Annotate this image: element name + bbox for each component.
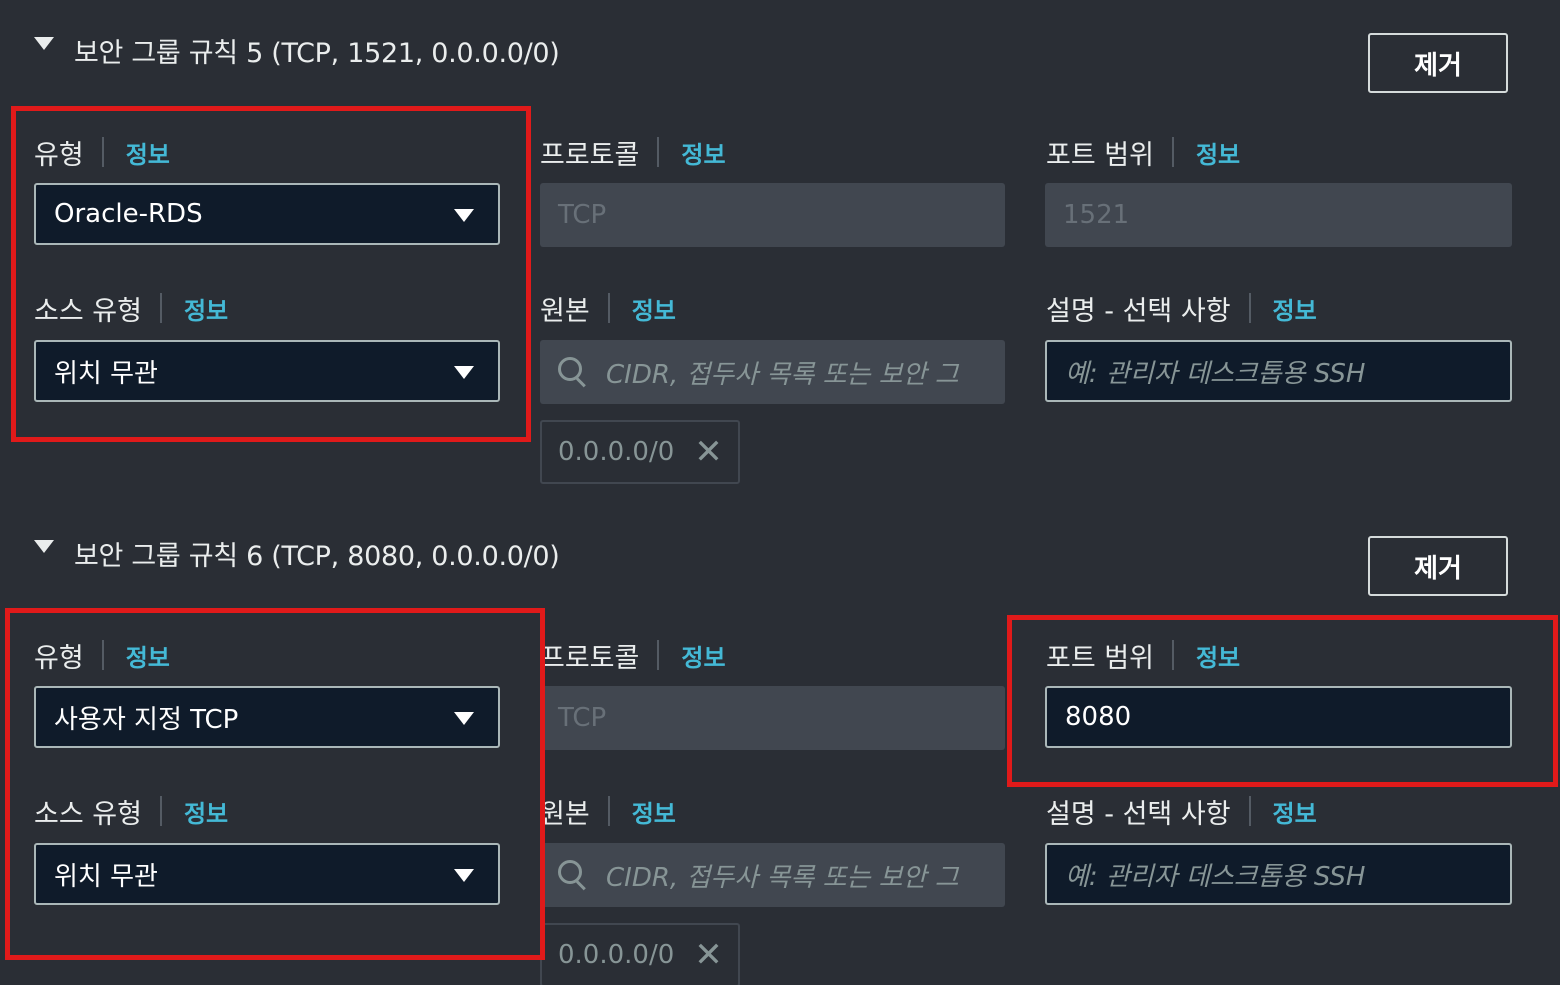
type-info-link[interactable]: 정보 — [126, 135, 170, 170]
type-select[interactable]: Oracle-RDS — [34, 183, 500, 245]
label-divider — [1248, 796, 1251, 826]
dropdown-arrow-icon — [454, 209, 474, 222]
description-label-row: 설명 - 선택 사항 정보 — [1046, 791, 1317, 831]
label-divider — [1248, 293, 1251, 323]
rule-header[interactable]: 보안 그룹 규칙 5 (TCP, 1521, 0.0.0.0/0) — [34, 30, 560, 70]
source-label-row: 원본 정보 — [540, 288, 676, 328]
rule-header[interactable]: 보안 그룹 규칙 6 (TCP, 8080, 0.0.0.0/0) — [34, 533, 560, 573]
source-search-placeholder: CIDR, 접두사 목록 또는 보안 그 — [606, 359, 959, 390]
source-label-row: 원본 정보 — [540, 791, 676, 831]
protocol-info-link[interactable]: 정보 — [681, 135, 725, 170]
source-type-select[interactable]: 위치 무관 — [34, 340, 500, 402]
label-divider — [101, 640, 104, 670]
close-icon[interactable]: ✕ — [694, 938, 723, 972]
close-icon[interactable]: ✕ — [694, 435, 723, 469]
type-select-value: 사용자 지정 TCP — [54, 704, 239, 735]
security-group-rules-panel: 보안 그룹 규칙 5 (TCP, 1521, 0.0.0.0/0) 제거 유형 … — [0, 0, 1560, 985]
source-type-label-row: 소스 유형 정보 — [34, 288, 228, 328]
protocol-label: 프로토콜 — [540, 139, 640, 171]
source-type-label: 소스 유형 — [34, 798, 142, 830]
source-info-link[interactable]: 정보 — [632, 794, 676, 829]
source-label: 원본 — [540, 798, 590, 830]
port-range-info-link[interactable]: 정보 — [1196, 638, 1240, 673]
type-label: 유형 — [34, 139, 84, 171]
description-info-link[interactable]: 정보 — [1273, 291, 1317, 326]
port-range-label: 포트 범위 — [1046, 642, 1154, 674]
source-type-select[interactable]: 위치 무관 — [34, 843, 500, 905]
label-divider — [159, 293, 162, 323]
search-icon — [558, 357, 588, 388]
port-range-info-link[interactable]: 정보 — [1196, 135, 1240, 170]
source-token: 0.0.0.0/0 ✕ — [540, 923, 740, 985]
dropdown-arrow-icon — [454, 366, 474, 379]
type-label: 유형 — [34, 642, 84, 674]
source-type-select-value: 위치 무관 — [54, 358, 158, 389]
type-select-value: Oracle-RDS — [54, 199, 203, 229]
label-divider — [657, 137, 660, 167]
port-range-label-row: 포트 범위 정보 — [1046, 635, 1240, 675]
source-token-label: 0.0.0.0/0 — [558, 940, 675, 970]
source-type-info-link[interactable]: 정보 — [184, 794, 228, 829]
label-divider — [607, 796, 610, 826]
source-type-label-row: 소스 유형 정보 — [34, 791, 228, 831]
caret-down-icon[interactable] — [34, 539, 54, 553]
remove-button[interactable]: 제거 — [1368, 33, 1508, 93]
source-search-input[interactable]: CIDR, 접두사 목록 또는 보안 그 — [540, 340, 1005, 404]
protocol-label-row: 프로토콜 정보 — [540, 635, 726, 675]
label-divider — [607, 293, 610, 323]
port-range-input[interactable]: 8080 — [1045, 686, 1512, 748]
port-range-value: 8080 — [1065, 702, 1132, 732]
description-placeholder: 예: 관리자 데스크톱용 SSH — [1065, 861, 1366, 892]
protocol-label: 프로토콜 — [540, 642, 640, 674]
protocol-field: TCP — [540, 183, 1005, 247]
protocol-info-link[interactable]: 정보 — [681, 638, 725, 673]
source-label: 원본 — [540, 295, 590, 327]
source-info-link[interactable]: 정보 — [632, 291, 676, 326]
description-info-link[interactable]: 정보 — [1273, 794, 1317, 829]
description-label-row: 설명 - 선택 사항 정보 — [1046, 288, 1317, 328]
label-divider — [159, 796, 162, 826]
description-label: 설명 - 선택 사항 — [1046, 798, 1231, 830]
label-divider — [101, 137, 104, 167]
label-divider — [1171, 137, 1174, 167]
type-label-row: 유형 정보 — [34, 635, 170, 675]
source-type-select-value: 위치 무관 — [54, 861, 158, 892]
protocol-field: TCP — [540, 686, 1005, 750]
rule-title: 보안 그룹 규칙 5 (TCP, 1521, 0.0.0.0/0) — [74, 37, 560, 69]
source-token: 0.0.0.0/0 ✕ — [540, 420, 740, 484]
source-type-label: 소스 유형 — [34, 295, 142, 327]
source-token-label: 0.0.0.0/0 — [558, 437, 675, 467]
security-group-rule-6: 보안 그룹 규칙 6 (TCP, 8080, 0.0.0.0/0) 제거 유형 … — [0, 503, 1560, 985]
source-search-placeholder: CIDR, 접두사 목록 또는 보안 그 — [606, 862, 959, 893]
dropdown-arrow-icon — [454, 869, 474, 882]
source-search-input[interactable]: CIDR, 접두사 목록 또는 보안 그 — [540, 843, 1005, 907]
security-group-rule-5: 보안 그룹 규칙 5 (TCP, 1521, 0.0.0.0/0) 제거 유형 … — [0, 0, 1560, 503]
protocol-label-row: 프로토콜 정보 — [540, 132, 726, 172]
port-range-label: 포트 범위 — [1046, 139, 1154, 171]
label-divider — [657, 640, 660, 670]
description-input[interactable]: 예: 관리자 데스크톱용 SSH — [1045, 340, 1512, 402]
caret-down-icon[interactable] — [34, 36, 54, 50]
description-label: 설명 - 선택 사항 — [1046, 295, 1231, 327]
type-info-link[interactable]: 정보 — [126, 638, 170, 673]
port-range-field: 1521 — [1045, 183, 1512, 247]
source-type-info-link[interactable]: 정보 — [184, 291, 228, 326]
description-placeholder: 예: 관리자 데스크톱용 SSH — [1065, 358, 1366, 389]
port-range-label-row: 포트 범위 정보 — [1046, 132, 1240, 172]
description-input[interactable]: 예: 관리자 데스크톱용 SSH — [1045, 843, 1512, 905]
type-select[interactable]: 사용자 지정 TCP — [34, 686, 500, 748]
label-divider — [1171, 640, 1174, 670]
type-label-row: 유형 정보 — [34, 132, 170, 172]
search-icon — [558, 860, 588, 891]
remove-button[interactable]: 제거 — [1368, 536, 1508, 596]
dropdown-arrow-icon — [454, 712, 474, 725]
rule-title: 보안 그룹 규칙 6 (TCP, 8080, 0.0.0.0/0) — [74, 540, 560, 572]
